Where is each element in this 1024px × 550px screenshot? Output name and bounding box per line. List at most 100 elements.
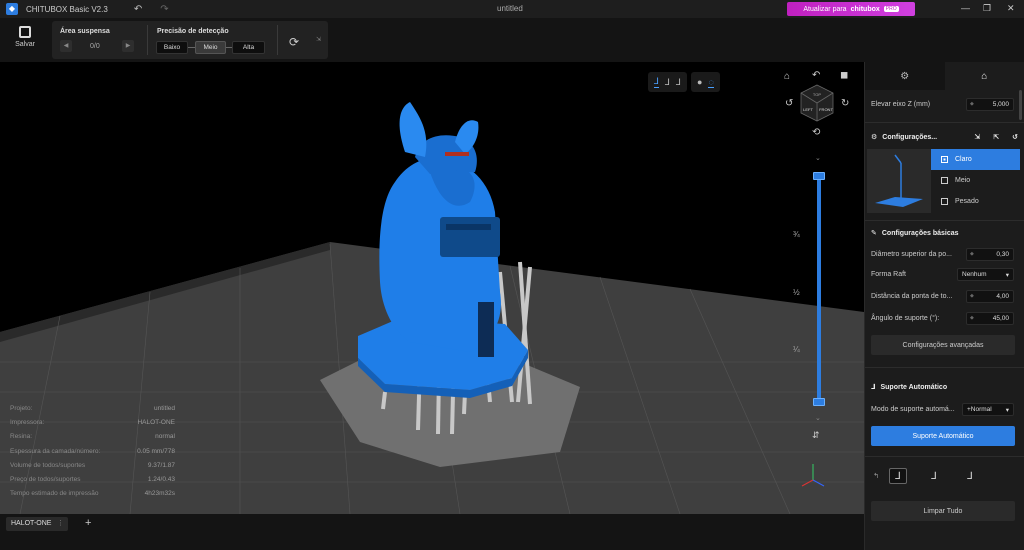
tab-supports[interactable]: ⌂ bbox=[944, 62, 1024, 90]
support-heavy-icon[interactable]: ⅃ bbox=[676, 77, 681, 88]
top-diameter-input[interactable]: ◆ 0,30 bbox=[966, 248, 1014, 261]
add-support-icon[interactable]: ⅃ bbox=[889, 468, 907, 484]
perspective-icon[interactable]: ◼ bbox=[840, 70, 848, 81]
model-wing-left bbox=[399, 102, 427, 157]
undo-icon[interactable]: ↶ bbox=[134, 4, 142, 15]
home-view-icon[interactable]: ⌂ bbox=[784, 71, 790, 82]
redo-icon[interactable]: ↷ bbox=[160, 4, 168, 15]
preset-light[interactable]: Claro bbox=[931, 149, 1020, 170]
raise-z-row: Elevar eixo Z (mm) ◆ 5,000 bbox=[871, 98, 1014, 111]
precision-low-button[interactable]: Baixo bbox=[156, 41, 188, 54]
refresh-icon[interactable]: ⟳ bbox=[289, 35, 299, 49]
maximize-button[interactable]: ❐ bbox=[983, 3, 991, 14]
3d-viewport[interactable]: ⅃ ⅃ ⅃ ● ◌ ⌂ ↶ ◼ ↺ ↻ ⟲ TOP LEFT FRONT ⌄ ¾… bbox=[0, 62, 864, 514]
undo-support-icon[interactable]: ↰ bbox=[871, 468, 881, 484]
chevron-down-icon[interactable]: ⌄ bbox=[815, 414, 821, 422]
spinner-icon[interactable]: ◆ bbox=[970, 293, 974, 299]
export-icon[interactable]: ⇱ bbox=[993, 133, 999, 141]
wand-icon: ✎ bbox=[871, 230, 877, 237]
panel-scrollbar[interactable] bbox=[1019, 90, 1022, 120]
info-value: untitled bbox=[154, 405, 175, 412]
cube-face-top: TOP bbox=[813, 92, 821, 97]
reset-icon[interactable]: ↺ bbox=[1012, 133, 1018, 141]
app-title: CHITUBOX Basic V2.3 bbox=[26, 4, 108, 14]
precision-high-button[interactable]: Alta bbox=[232, 41, 265, 54]
add-printer-icon[interactable]: + bbox=[85, 517, 91, 529]
rotate-view-icon[interactable]: ↶ bbox=[812, 70, 820, 81]
spinner-icon[interactable]: ◆ bbox=[970, 251, 974, 257]
raise-z-input[interactable]: ◆ 5,000 bbox=[966, 98, 1014, 111]
clear-all-button[interactable]: Limpar Tudo bbox=[871, 501, 1015, 521]
more-icon[interactable]: ⋮ bbox=[57, 517, 64, 531]
basic-settings-header: ✎ Configurações básicas bbox=[871, 229, 1018, 238]
edit-support-icon[interactable]: ⅃ bbox=[925, 468, 943, 484]
field-label: Ângulo de suporte (°): bbox=[871, 315, 940, 322]
tab-print-settings[interactable]: ⚙ bbox=[865, 62, 945, 90]
printer-tab[interactable]: HALOT-ONE ⋮ bbox=[6, 517, 68, 531]
checkbox-icon bbox=[941, 156, 948, 163]
minimize-button[interactable]: — bbox=[961, 3, 970, 13]
auto-support-button[interactable]: Suporte Automático bbox=[871, 426, 1015, 446]
chevron-up-icon[interactable]: ⌄ bbox=[815, 154, 821, 162]
tip-distance-input[interactable]: ◆ 4,00 bbox=[966, 290, 1014, 303]
info-row: Resina: normal bbox=[10, 433, 175, 447]
remove-support-icon[interactable]: ⅃ bbox=[961, 468, 979, 484]
divider bbox=[865, 456, 1024, 457]
checkbox-icon bbox=[941, 177, 948, 184]
spinner-icon[interactable]: ◆ bbox=[970, 101, 974, 107]
info-value: normal bbox=[155, 433, 175, 441]
layer-sync-icon[interactable]: ⇵ bbox=[812, 430, 820, 441]
preset-list: Claro Meio Pesado bbox=[931, 149, 1020, 212]
prev-page-button[interactable]: ◀ bbox=[60, 40, 72, 52]
info-row: Projeto: untitled bbox=[10, 405, 175, 419]
field-row: Distância da ponta de to... ◆ 4,00 bbox=[871, 290, 1014, 303]
close-button[interactable]: ✕ bbox=[1007, 3, 1015, 14]
rotate-right-icon[interactable]: ↻ bbox=[841, 98, 849, 109]
info-label: Resina: bbox=[10, 433, 33, 441]
support-medium-icon[interactable]: ⅃ bbox=[665, 77, 670, 88]
auto-support-header: ⅃ Suporte Automático bbox=[871, 383, 1018, 392]
presets-header: ⚙ Configurações... ⇲ ⇱ ↺ bbox=[871, 133, 1018, 142]
view-cube[interactable]: TOP LEFT FRONT bbox=[797, 83, 837, 123]
preset-medium[interactable]: Meio bbox=[931, 170, 1020, 191]
chevron-down-icon: ▾ bbox=[1005, 406, 1009, 414]
field-row: Forma Raft Nenhum ▾ bbox=[871, 268, 1014, 281]
preset-preview-graphic bbox=[875, 154, 923, 207]
collapse-icon[interactable]: ⇲ bbox=[316, 36, 321, 43]
support-light-icon[interactable]: ⅃ bbox=[654, 76, 660, 88]
support-display-group: ⅃ ⅃ ⅃ bbox=[648, 72, 688, 92]
info-label: Espessura da camada/número: bbox=[10, 447, 101, 455]
layer-slider-top-handle[interactable] bbox=[813, 172, 825, 180]
model-band bbox=[445, 152, 469, 156]
support-angle-input[interactable]: ◆ 45,00 bbox=[966, 312, 1014, 325]
settings-icon: ⚙ bbox=[871, 134, 878, 141]
info-value: 0.05 mm/778 bbox=[137, 447, 175, 455]
preset-label: Claro bbox=[955, 156, 972, 163]
info-value: 1.24/0.43 bbox=[147, 475, 175, 483]
next-page-button[interactable]: ▶ bbox=[122, 40, 134, 52]
rotate-left-icon[interactable]: ↺ bbox=[785, 98, 793, 109]
cube-face-left: LEFT bbox=[803, 107, 813, 112]
model-camera-box bbox=[440, 217, 500, 257]
solid-render-icon[interactable]: ● bbox=[697, 77, 702, 87]
render-mode-group: ● ◌ bbox=[691, 72, 720, 92]
advanced-settings-button[interactable]: Configurações avançadas bbox=[871, 335, 1015, 355]
xray-render-icon[interactable]: ◌ bbox=[708, 77, 714, 88]
layer-slider-track[interactable] bbox=[817, 173, 821, 403]
support-icon: ⅃ bbox=[871, 384, 876, 391]
raft-shape-select[interactable]: Nenhum ▾ bbox=[957, 268, 1014, 281]
auto-mode-select[interactable]: +Normal ▾ bbox=[962, 403, 1014, 416]
layer-slider-bottom-handle[interactable] bbox=[813, 398, 825, 406]
page-count: 0/0 bbox=[90, 43, 100, 50]
import-icon[interactable]: ⇲ bbox=[974, 133, 980, 141]
save-button[interactable]: Salvar bbox=[10, 26, 40, 48]
divider bbox=[147, 25, 148, 55]
upgrade-button[interactable]: Atualizar para chitubox PRO bbox=[787, 2, 915, 16]
rotate-down-icon[interactable]: ⟲ bbox=[812, 127, 820, 138]
preset-heavy[interactable]: Pesado bbox=[931, 191, 1020, 212]
upgrade-brand: chitubox bbox=[850, 5, 880, 13]
spinner-icon[interactable]: ◆ bbox=[970, 315, 974, 321]
upgrade-label: Atualizar para bbox=[803, 5, 847, 13]
precision-medium-button[interactable]: Meio bbox=[195, 41, 226, 54]
info-label: Preço de todos/suportes bbox=[10, 475, 81, 483]
